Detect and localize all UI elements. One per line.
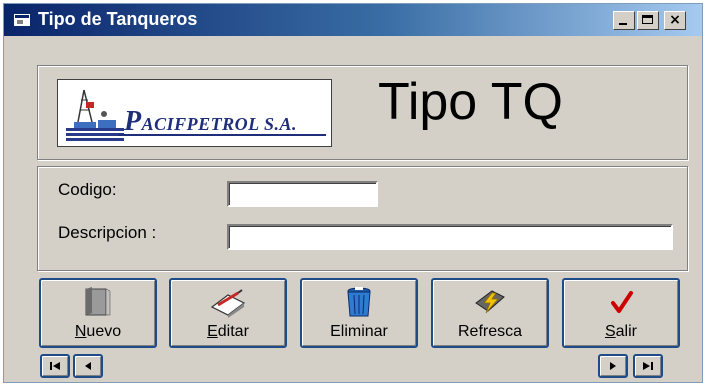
new-document-icon xyxy=(85,287,111,316)
nuevo-label: Nuevo xyxy=(74,323,122,340)
trash-can-icon xyxy=(347,287,371,317)
window-title: Tipo de Tanqueros xyxy=(38,9,198,29)
editar-button[interactable]: Editar xyxy=(169,278,287,348)
title-bar[interactable]: Tipo de Tanqueros × xyxy=(4,4,702,36)
previous-record-icon xyxy=(85,362,91,370)
header-panel: PACIFPETROL S.A. Tipo TQ xyxy=(37,65,688,160)
maximize-button[interactable] xyxy=(637,11,659,30)
main-window: Tipo de Tanqueros × PACIFPETROL S.A. Tip… xyxy=(3,3,703,383)
nuevo-button[interactable]: Nuevo xyxy=(39,278,157,348)
page-title: Tipo TQ xyxy=(378,73,563,131)
company-logo: PACIFPETROL S.A. xyxy=(57,79,332,147)
minimize-button[interactable] xyxy=(613,11,635,30)
edit-pencil-icon xyxy=(210,289,246,318)
codigo-input[interactable] xyxy=(227,181,378,207)
first-record-button[interactable] xyxy=(40,354,70,378)
form-icon xyxy=(13,13,31,27)
codigo-label: Codigo: xyxy=(58,180,117,199)
lightning-refresh-icon xyxy=(475,290,505,314)
last-record-icon xyxy=(643,362,653,370)
close-button[interactable]: × xyxy=(664,11,686,30)
salir-label: Salir xyxy=(604,323,637,340)
checkmark-icon xyxy=(611,291,633,313)
previous-record-button[interactable] xyxy=(73,354,103,378)
next-record-button[interactable] xyxy=(598,354,628,378)
refresca-label: Refresca xyxy=(457,323,523,340)
eliminar-button[interactable]: Eliminar xyxy=(300,278,418,348)
salir-button[interactable]: Salir xyxy=(562,278,680,348)
refresca-button[interactable]: Refresca xyxy=(431,278,549,348)
last-record-button[interactable] xyxy=(633,354,663,378)
logo-underline xyxy=(118,134,326,136)
form-panel: Codigo: Descripcion : xyxy=(37,166,688,271)
next-record-icon xyxy=(610,362,616,370)
first-record-icon xyxy=(50,362,60,370)
oil-derrick-icon xyxy=(66,89,124,141)
eliminar-label: Eliminar xyxy=(330,323,388,340)
descripcion-input[interactable] xyxy=(227,224,673,250)
descripcion-label: Descripcion : xyxy=(58,223,157,242)
editar-label: Editar xyxy=(207,323,249,340)
